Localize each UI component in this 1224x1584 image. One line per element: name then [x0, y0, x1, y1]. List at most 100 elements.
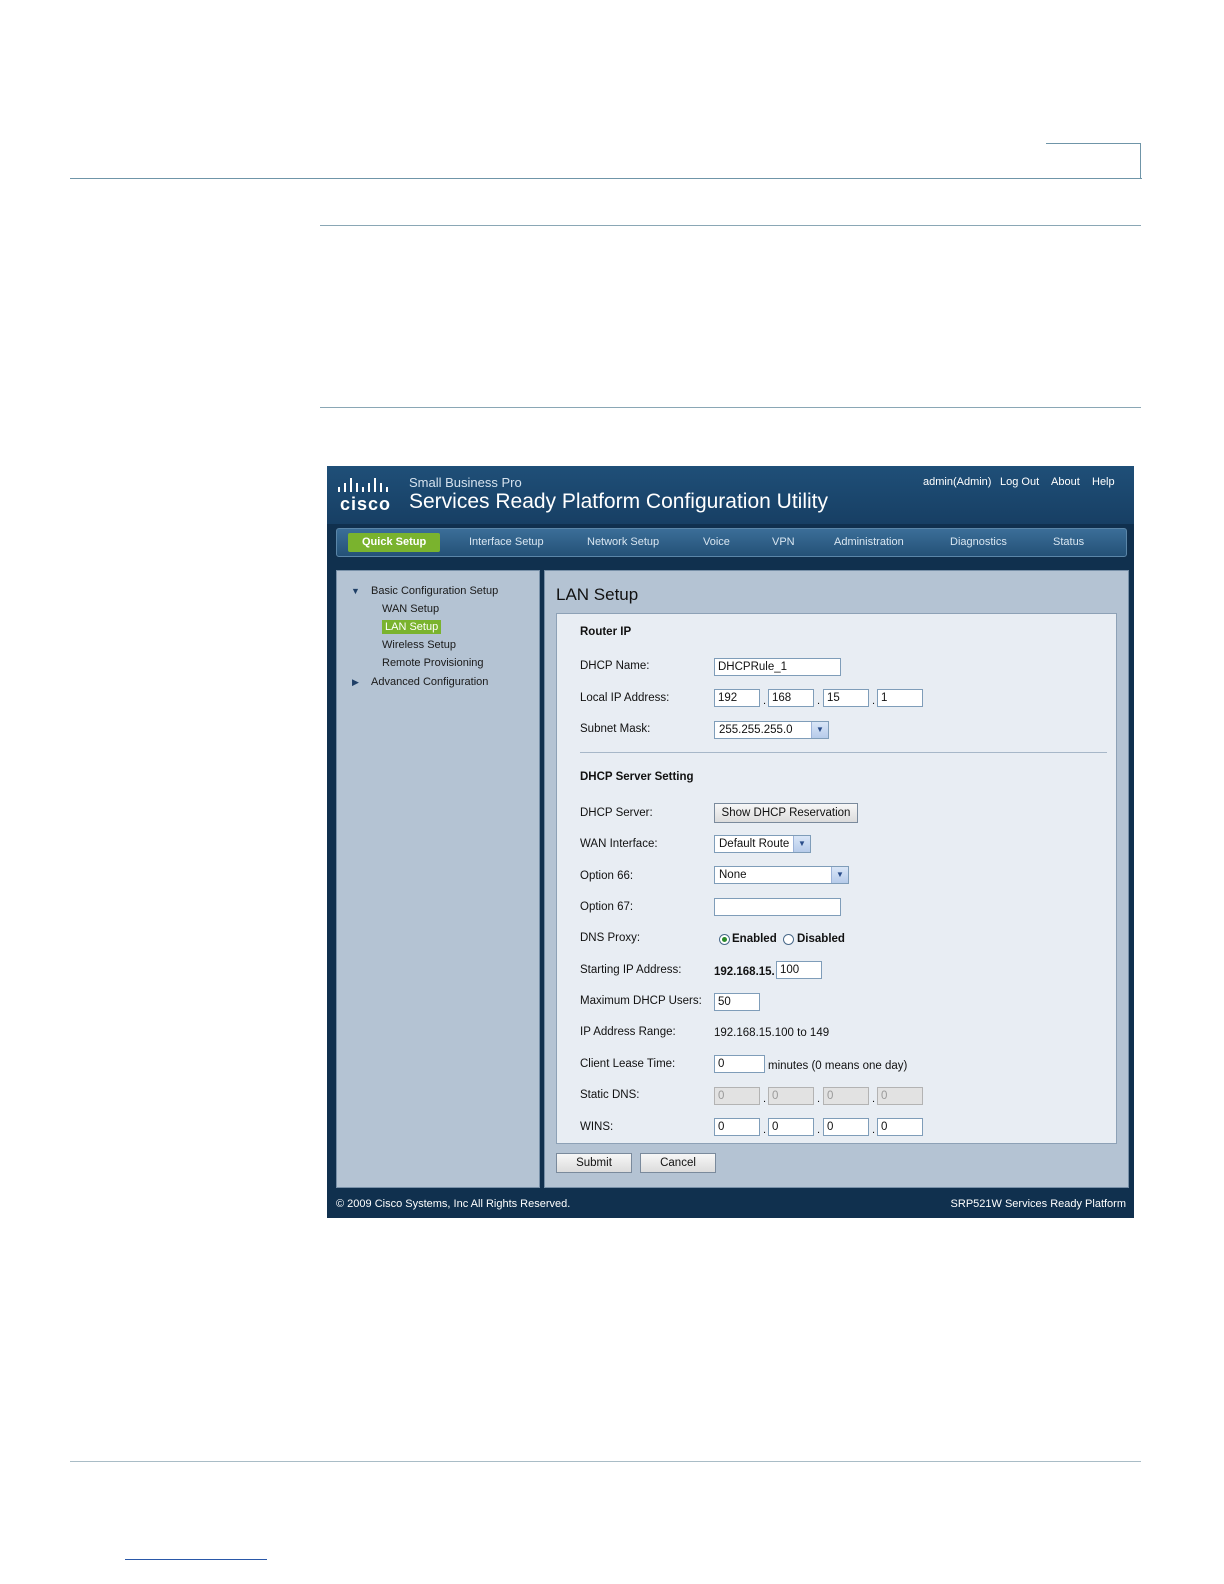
page-header-rule	[70, 178, 1142, 179]
wan-interface-label: WAN Interface:	[580, 838, 658, 850]
page-footer-rule	[70, 1461, 1141, 1462]
help-link[interactable]: Help	[1092, 476, 1115, 488]
max-dhcp-users-label: Maximum DHCP Users:	[580, 995, 702, 1007]
submit-button[interactable]: Submit	[556, 1153, 632, 1173]
subnet-mask-value: 255.255.255.0	[719, 724, 793, 736]
header-subtitle: Small Business Pro	[409, 475, 522, 490]
app-footer: © 2009 Cisco Systems, Inc All Rights Res…	[327, 1190, 1134, 1218]
static-dns-octet-2	[768, 1087, 814, 1105]
local-ip-octet-1[interactable]	[714, 689, 760, 707]
dns-proxy-disabled-radio[interactable]	[783, 934, 794, 945]
option-67-label: Option 67:	[580, 901, 634, 913]
option-66-label: Option 66:	[580, 870, 634, 882]
local-ip-octet-4[interactable]	[877, 689, 923, 707]
max-dhcp-users-input[interactable]	[714, 993, 760, 1011]
subnet-mask-select[interactable]: 255.255.255.0 ▼	[714, 721, 829, 739]
dns-proxy-enabled-radio[interactable]	[719, 934, 730, 945]
tab-diagnostics[interactable]: Diagnostics	[950, 529, 1007, 556]
show-dhcp-reservation-button[interactable]: Show DHCP Reservation	[714, 803, 858, 823]
tab-network-setup[interactable]: Network Setup	[587, 529, 659, 556]
main-nav: Quick Setup Interface Setup Network Setu…	[336, 528, 1127, 557]
tab-voice[interactable]: Voice	[703, 529, 730, 556]
section-divider	[580, 752, 1107, 753]
dns-proxy-disabled-label: Disabled	[797, 933, 845, 945]
section-bottom-rule	[320, 407, 1141, 408]
sidebar: ▼ Basic Configuration Setup WAN Setup LA…	[336, 570, 540, 1188]
tab-quick-setup[interactable]: Quick Setup	[348, 533, 441, 552]
dhcp-server-heading: DHCP Server Setting	[580, 771, 694, 783]
dns-proxy-enabled-label: Enabled	[732, 933, 777, 945]
tab-interface-setup[interactable]: Interface Setup	[469, 529, 544, 556]
client-lease-input[interactable]	[714, 1055, 765, 1073]
app-header: cisco Small Business Pro Services Ready …	[327, 466, 1134, 524]
chevron-down-icon[interactable]: ▼	[811, 722, 828, 738]
client-lease-label: Client Lease Time:	[580, 1058, 676, 1070]
local-ip-octet-2[interactable]	[768, 689, 814, 707]
product-name: SRP521W Services Ready Platform	[950, 1198, 1126, 1210]
ip-dot: .	[872, 1124, 876, 1136]
static-dns-octet-1	[714, 1087, 760, 1105]
cisco-logo: cisco	[340, 494, 392, 514]
cancel-button[interactable]: Cancel	[640, 1153, 716, 1173]
ip-dot: .	[817, 1093, 821, 1105]
content-area: LAN Setup Router IP DHCP Name: Local IP …	[544, 570, 1129, 1188]
sidebar-item-lan-setup[interactable]: LAN Setup	[382, 620, 442, 634]
wins-octet-3[interactable]	[823, 1118, 869, 1136]
copyright-text: © 2009 Cisco Systems, Inc All Rights Res…	[336, 1198, 571, 1210]
tab-vpn[interactable]: VPN	[772, 529, 795, 556]
local-ip-label: Local IP Address:	[580, 692, 670, 704]
ip-dot: .	[763, 695, 767, 707]
router-config-screenshot: cisco Small Business Pro Services Ready …	[327, 466, 1134, 1218]
cisco-logo-bars-icon	[338, 478, 388, 492]
dns-proxy-label: DNS Proxy:	[580, 932, 641, 944]
about-link[interactable]: About	[1051, 476, 1080, 488]
sidebar-item-wireless-setup[interactable]: Wireless Setup	[382, 639, 456, 651]
logout-link[interactable]: Log Out	[1000, 476, 1039, 488]
subnet-mask-label: Subnet Mask:	[580, 723, 651, 735]
user-link[interactable]: admin(Admin)	[923, 476, 991, 488]
ip-dot: .	[817, 1124, 821, 1136]
chevron-down-icon[interactable]: ▼	[793, 836, 810, 852]
dhcp-name-label: DHCP Name:	[580, 660, 650, 672]
router-ip-heading: Router IP	[580, 626, 632, 638]
page-number-box	[1046, 143, 1141, 178]
ip-range-value: 192.168.15.100 to 149	[714, 1027, 830, 1039]
app-title: Services Ready Platform Configuration Ut…	[409, 490, 828, 513]
wan-interface-select[interactable]: Default Route ▼	[714, 835, 811, 853]
option-66-value: None	[719, 869, 747, 881]
footer-link-underline	[125, 1559, 267, 1560]
static-dns-label: Static DNS:	[580, 1089, 640, 1101]
starting-ip-label: Starting IP Address:	[580, 964, 682, 976]
starting-ip-prefix: 192.168.15.	[714, 966, 775, 978]
dhcp-name-input[interactable]	[714, 658, 841, 676]
wins-label: WINS:	[580, 1121, 614, 1133]
ip-dot: .	[763, 1093, 767, 1105]
ip-range-label: IP Address Range:	[580, 1026, 676, 1038]
sidebar-basic-config[interactable]: Basic Configuration Setup	[371, 585, 498, 597]
sidebar-item-wan-setup[interactable]: WAN Setup	[382, 603, 439, 615]
ip-dot: .	[872, 1093, 876, 1105]
ip-dot: .	[872, 695, 876, 707]
option-67-input[interactable]	[714, 898, 841, 916]
lan-setup-panel: Router IP DHCP Name: Local IP Address: .…	[556, 613, 1117, 1144]
client-lease-note: minutes (0 means one day)	[768, 1060, 908, 1072]
wins-octet-4[interactable]	[877, 1118, 923, 1136]
option-66-select[interactable]: None ▼	[714, 866, 849, 884]
starting-ip-input[interactable]	[776, 961, 822, 979]
section-top-rule	[320, 225, 1141, 226]
sidebar-item-remote-provisioning[interactable]: Remote Provisioning	[382, 657, 484, 669]
wan-interface-value: Default Route	[719, 838, 790, 850]
ip-dot: .	[763, 1124, 767, 1136]
wins-octet-1[interactable]	[714, 1118, 760, 1136]
sidebar-advanced-config[interactable]: Advanced Configuration	[371, 676, 488, 688]
local-ip-octet-3[interactable]	[823, 689, 869, 707]
dhcp-server-label: DHCP Server:	[580, 807, 653, 819]
collapsed-arrow-icon[interactable]: ▶	[352, 677, 359, 688]
static-dns-octet-3	[823, 1087, 869, 1105]
expanded-arrow-icon[interactable]: ▼	[351, 586, 360, 596]
wins-octet-2[interactable]	[768, 1118, 814, 1136]
chevron-down-icon[interactable]: ▼	[831, 867, 848, 883]
page-title: LAN Setup	[556, 585, 639, 604]
tab-status[interactable]: Status	[1053, 529, 1084, 556]
tab-administration[interactable]: Administration	[834, 529, 904, 556]
